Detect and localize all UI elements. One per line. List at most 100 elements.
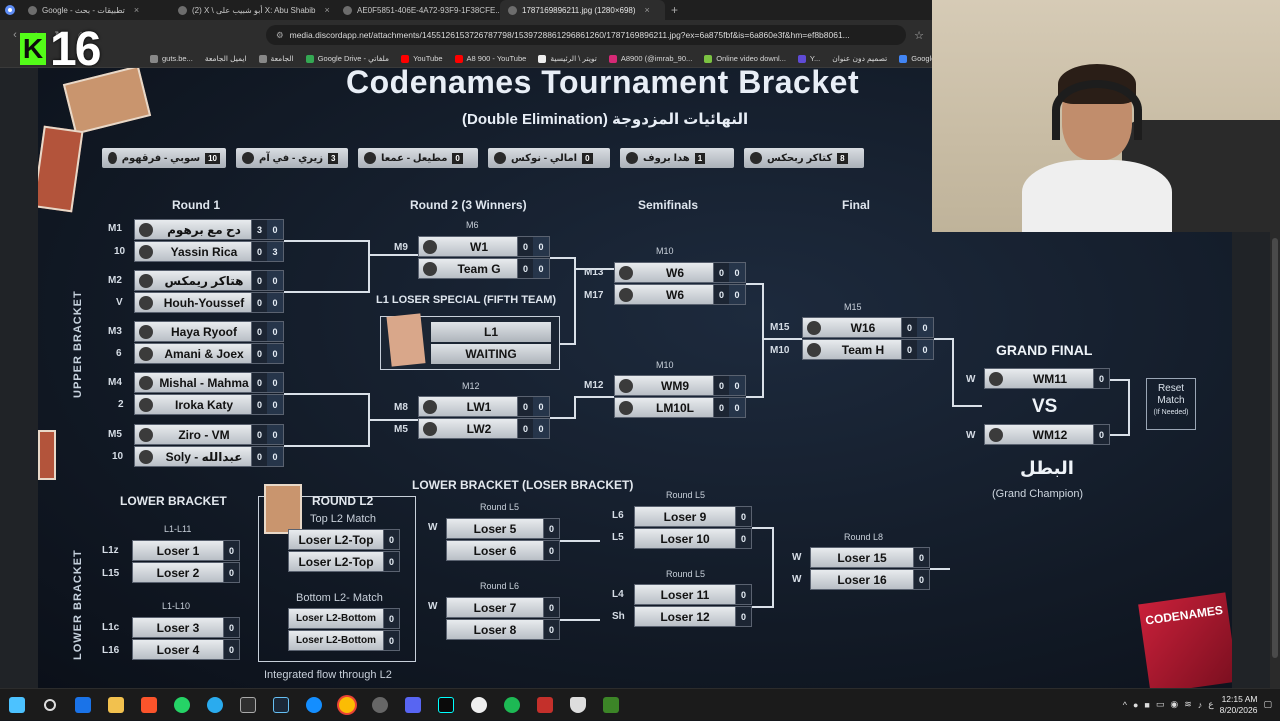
shield-icon[interactable] (561, 689, 594, 721)
score: 3 (251, 220, 267, 239)
vertical-scrollbar[interactable] (1270, 232, 1280, 688)
file-explorer-icon[interactable] (99, 689, 132, 721)
bookmarks-bar: guts.be... ايميل الجامعة الجامعة Google … (0, 50, 935, 68)
bookmark-item[interactable]: Google (899, 54, 935, 63)
obs-icon[interactable] (231, 689, 264, 721)
score: 0 (901, 318, 917, 337)
windows-start-icon[interactable] (0, 689, 33, 721)
score: 0 (251, 242, 267, 261)
bookmark-label: Online video downl... (716, 54, 786, 63)
bookmark-item[interactable]: تويتر \ الرئيسية (538, 54, 597, 63)
telegram-icon[interactable] (198, 689, 231, 721)
outlook-icon[interactable] (66, 689, 99, 721)
clock[interactable]: 12:15 AM 8/20/2026 (1220, 694, 1258, 716)
champion-label: (Grand Champion) (992, 488, 1084, 500)
team-name: WM12 (1032, 427, 1068, 442)
new-tab-button[interactable]: + (665, 3, 684, 17)
discord-icon[interactable] (396, 689, 429, 721)
brave-icon[interactable] (132, 689, 165, 721)
battlenet-icon[interactable] (297, 689, 330, 721)
loser-name: Loser L2-Bottom (296, 635, 376, 646)
microphone-icon[interactable]: ● (1133, 700, 1138, 710)
score: 0 (713, 263, 729, 282)
team-emblem-icon (139, 375, 153, 390)
winner-tag: W (966, 430, 976, 441)
team-name: Amani & Joex (164, 346, 244, 361)
notification-icon[interactable]: ▢ (1263, 699, 1272, 710)
tab-2[interactable]: (2) X \ أبو شبيب على X: Abu Shabib × (170, 0, 335, 20)
display-icon[interactable]: ▭ (1156, 699, 1165, 710)
slot-tag: L1c (102, 622, 120, 633)
app-tray-icon[interactable]: ■ (1144, 700, 1149, 710)
score: 0 (517, 259, 533, 278)
bookmark-item[interactable]: A8900 (@imrab_90... (608, 54, 693, 63)
bookmark-item[interactable]: A8 900 - YouTube (454, 54, 526, 63)
decorative-card (38, 125, 84, 213)
minecraft-icon[interactable] (594, 689, 627, 721)
app-icon[interactable] (429, 689, 462, 721)
bookmark-item[interactable]: Google Drive - ملفاتي (305, 54, 389, 63)
bookmark-item[interactable]: تصميم دون عنوان (832, 54, 887, 63)
close-icon[interactable]: × (645, 5, 650, 15)
bookmark-label: A8900 (@imrab_90... (620, 54, 693, 63)
tab-4-active[interactable]: 1787169896211.jpg (1280×698) × (500, 0, 665, 20)
steam-icon[interactable] (264, 689, 297, 721)
loser-slot: Loser 10 0 (634, 528, 752, 549)
bookmark-item[interactable]: guts.be... (150, 54, 193, 63)
team-chip-name: كتاكر ربحكس (767, 152, 833, 164)
tab-3[interactable]: AE0F5851-406E-4A72-93F9-1F38CFE...× (335, 0, 500, 20)
bookmark-item[interactable]: YouTube (401, 54, 443, 63)
bookmark-item[interactable]: الجامعة (258, 54, 294, 63)
team-name: WM11 (1032, 371, 1067, 386)
slot-tag: W (428, 522, 438, 533)
team-chip-number: 1 (694, 152, 706, 164)
team-emblem-icon (619, 378, 633, 393)
chrome-icon[interactable] (330, 689, 363, 721)
close-icon[interactable]: × (324, 5, 329, 15)
team-emblem-icon (139, 324, 153, 339)
team-chip-name: امالي - نوكس (511, 152, 578, 164)
app-icon[interactable] (528, 689, 561, 721)
tab-1[interactable]: Google - تطبيقات - بحث × (20, 0, 170, 20)
team-name: Mishal - Mahma (159, 375, 249, 390)
slot-tag: L16 (102, 645, 120, 656)
team-slot: Mishal - Mahma 0 0 (134, 372, 284, 393)
scrollbar-thumb[interactable] (1272, 238, 1278, 658)
bookmark-icon[interactable]: ☆ (914, 29, 924, 42)
score: 0 (543, 598, 559, 617)
score: 0 (251, 322, 267, 341)
chatgpt-icon[interactable] (462, 689, 495, 721)
match-tag: M8 (394, 402, 408, 413)
integrated-note: Integrated flow through L2 (264, 669, 392, 681)
grand-final-heading: GRAND FINAL (996, 342, 1093, 358)
site-info-icon[interactable]: ⚙ (276, 30, 284, 41)
whatsapp-icon[interactable] (165, 689, 198, 721)
team-slot: WM9 0 0 (614, 375, 746, 396)
stream-overlay-logo: K 16 (20, 23, 101, 76)
bookmark-item[interactable]: Y... (797, 54, 820, 63)
chevron-up-icon[interactable]: ^ (1123, 700, 1127, 710)
team-chip-number: 8 (837, 152, 848, 164)
app-icon[interactable] (363, 689, 396, 721)
wifi-icon[interactable]: ≋ (1184, 699, 1192, 710)
bookmark-item[interactable]: ايميل الجامعة (205, 54, 247, 63)
decorative-card (386, 313, 426, 367)
score: 0 (267, 293, 283, 312)
close-icon[interactable]: × (134, 5, 139, 15)
language-icon[interactable]: ع (1208, 699, 1213, 710)
round-label: Round L8 (844, 532, 884, 542)
volume-icon[interactable]: ♪ (1198, 700, 1203, 710)
spotify-icon[interactable] (495, 689, 528, 721)
team-name: Yassin Rica (170, 244, 238, 259)
score: 0 (267, 271, 283, 290)
network-icon[interactable]: ◉ (1170, 699, 1178, 710)
url-input[interactable]: ⚙ media.discordapp.net/attachments/145512… (266, 25, 907, 45)
search-icon[interactable] (33, 689, 66, 721)
team-chip-name: زيري - في آم (259, 152, 323, 164)
score: 0 (917, 340, 933, 359)
loser-slot: Loser 4 0 (132, 639, 240, 660)
bookmark-item[interactable]: Online video downl... (704, 54, 786, 63)
bookmark-label: ايميل الجامعة (204, 54, 247, 63)
team-emblem-icon (619, 400, 633, 415)
connector-line (762, 338, 802, 340)
